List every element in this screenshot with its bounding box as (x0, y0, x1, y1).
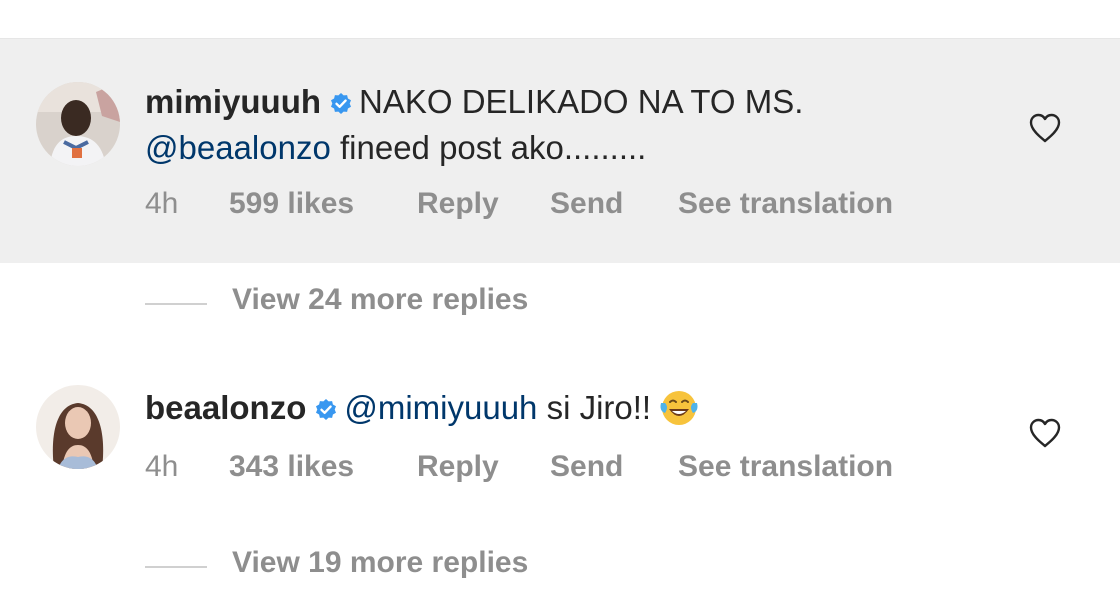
comment-text-suffix: si Jiro!! (546, 389, 652, 426)
view-more-replies-label: View 24 more replies (232, 283, 529, 316)
comment-text-prefix: NAKO DELIKADO NA TO MS. (359, 83, 804, 120)
likes-count[interactable]: 343 likes (229, 450, 354, 484)
see-translation-button[interactable]: See translation (678, 187, 893, 221)
avatar[interactable] (36, 82, 120, 166)
view-more-replies-button[interactable]: View 24 more replies (145, 283, 605, 323)
avatar[interactable] (36, 385, 120, 469)
heart-outline-icon[interactable] (1028, 417, 1062, 449)
likes-count[interactable]: 599 likes (229, 187, 354, 221)
comment-text-suffix: fineed post ako......... (339, 129, 647, 166)
mention-link[interactable]: @mimiyuuuh (344, 389, 537, 426)
mention-link[interactable]: @beaalonzo (145, 129, 331, 166)
view-more-replies-label: View 19 more replies (232, 546, 529, 579)
verified-badge-icon (314, 389, 338, 432)
replies-divider (145, 566, 207, 568)
replies-divider (145, 303, 207, 305)
comment-text: beaalonzo @mimiyuuuh si Jiro!! (145, 386, 965, 437)
tears-of-joy-emoji-icon (659, 389, 699, 437)
reply-button[interactable]: Reply (417, 187, 499, 221)
comment-time: 4h (145, 450, 179, 483)
comment-time: 4h (145, 187, 179, 220)
verified-badge-icon (329, 83, 353, 126)
send-button[interactable]: Send (550, 187, 623, 221)
comment-mimiyuuuh: mimiyuuuh NAKO DELIKADO NA TO MS. @beaalon… (0, 39, 1120, 263)
view-more-replies-button[interactable]: View 19 more replies (145, 546, 605, 586)
comment-username[interactable]: beaalonzo (145, 389, 306, 426)
comment-beaalonzo: beaalonzo @mimiyuuuh si Jiro!! 4h 343 lik… (0, 365, 1120, 505)
heart-outline-icon[interactable] (1028, 112, 1062, 144)
see-translation-button[interactable]: See translation (678, 450, 893, 484)
comment-username[interactable]: mimiyuuuh (145, 83, 321, 120)
reply-button[interactable]: Reply (417, 450, 499, 484)
send-button[interactable]: Send (550, 450, 623, 484)
comment-text: mimiyuuuh NAKO DELIKADO NA TO MS. @beaalon… (145, 80, 965, 169)
